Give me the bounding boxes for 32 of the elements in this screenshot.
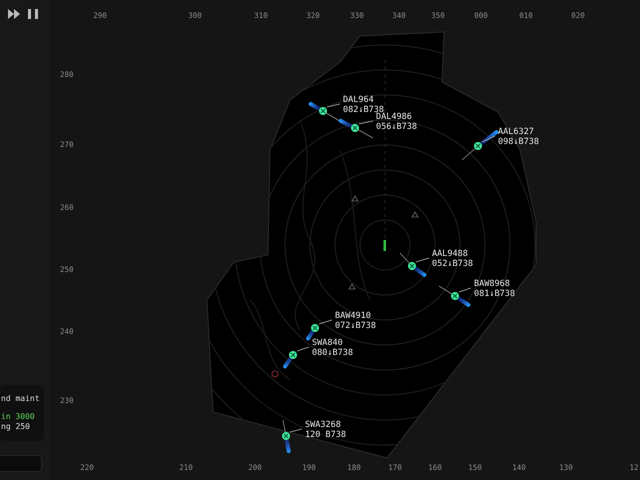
aircraft-icon[interactable]: [338, 118, 374, 138]
aircraft-icon[interactable]: [462, 129, 500, 160]
aircraft-callsign: AAL6327: [498, 127, 534, 137]
fast-forward-icon[interactable]: [8, 8, 20, 20]
aircraft-icon[interactable]: [400, 252, 430, 278]
aircraft-callsign: SWA3268: [305, 420, 341, 430]
strip-text: in 3000: [1, 412, 36, 422]
fix-icon: [348, 283, 356, 290]
aircraft-icon[interactable]: [282, 420, 302, 454]
strip-text: nd maint: [1, 394, 41, 404]
aircraft-data: 072↓B738: [335, 321, 376, 331]
aircraft-data: 081↓B738: [474, 289, 515, 299]
fix-icon: [411, 211, 419, 218]
aircraft-icon[interactable]: [438, 286, 472, 308]
aircraft-data: 052↓B738: [432, 259, 473, 269]
aircraft-data: 098↓B738: [498, 137, 539, 147]
pause-icon[interactable]: [27, 8, 39, 20]
strip-text: ng 250: [1, 422, 31, 432]
fix-icon: [351, 195, 359, 202]
aircraft-callsign: BAW4910: [335, 311, 371, 321]
aircraft-data: 120 B738: [305, 430, 346, 440]
aircraft-callsign: DAL4986: [376, 112, 412, 122]
aircraft-callsign: SWA840: [312, 338, 343, 348]
aircraft-callsign: DAL964: [343, 95, 374, 105]
aircraft-callsign: AAL9488: [432, 249, 468, 259]
aircraft-data: 056↓B738: [376, 122, 417, 132]
input-field[interactable]: [0, 455, 42, 472]
aircraft-callsign: BAW8968: [474, 279, 510, 289]
aircraft-icon[interactable]: [282, 346, 310, 370]
aircraft-data: 080↓B738: [312, 348, 353, 358]
runway-icon: [384, 240, 386, 251]
waypoint-icon: [272, 370, 278, 378]
